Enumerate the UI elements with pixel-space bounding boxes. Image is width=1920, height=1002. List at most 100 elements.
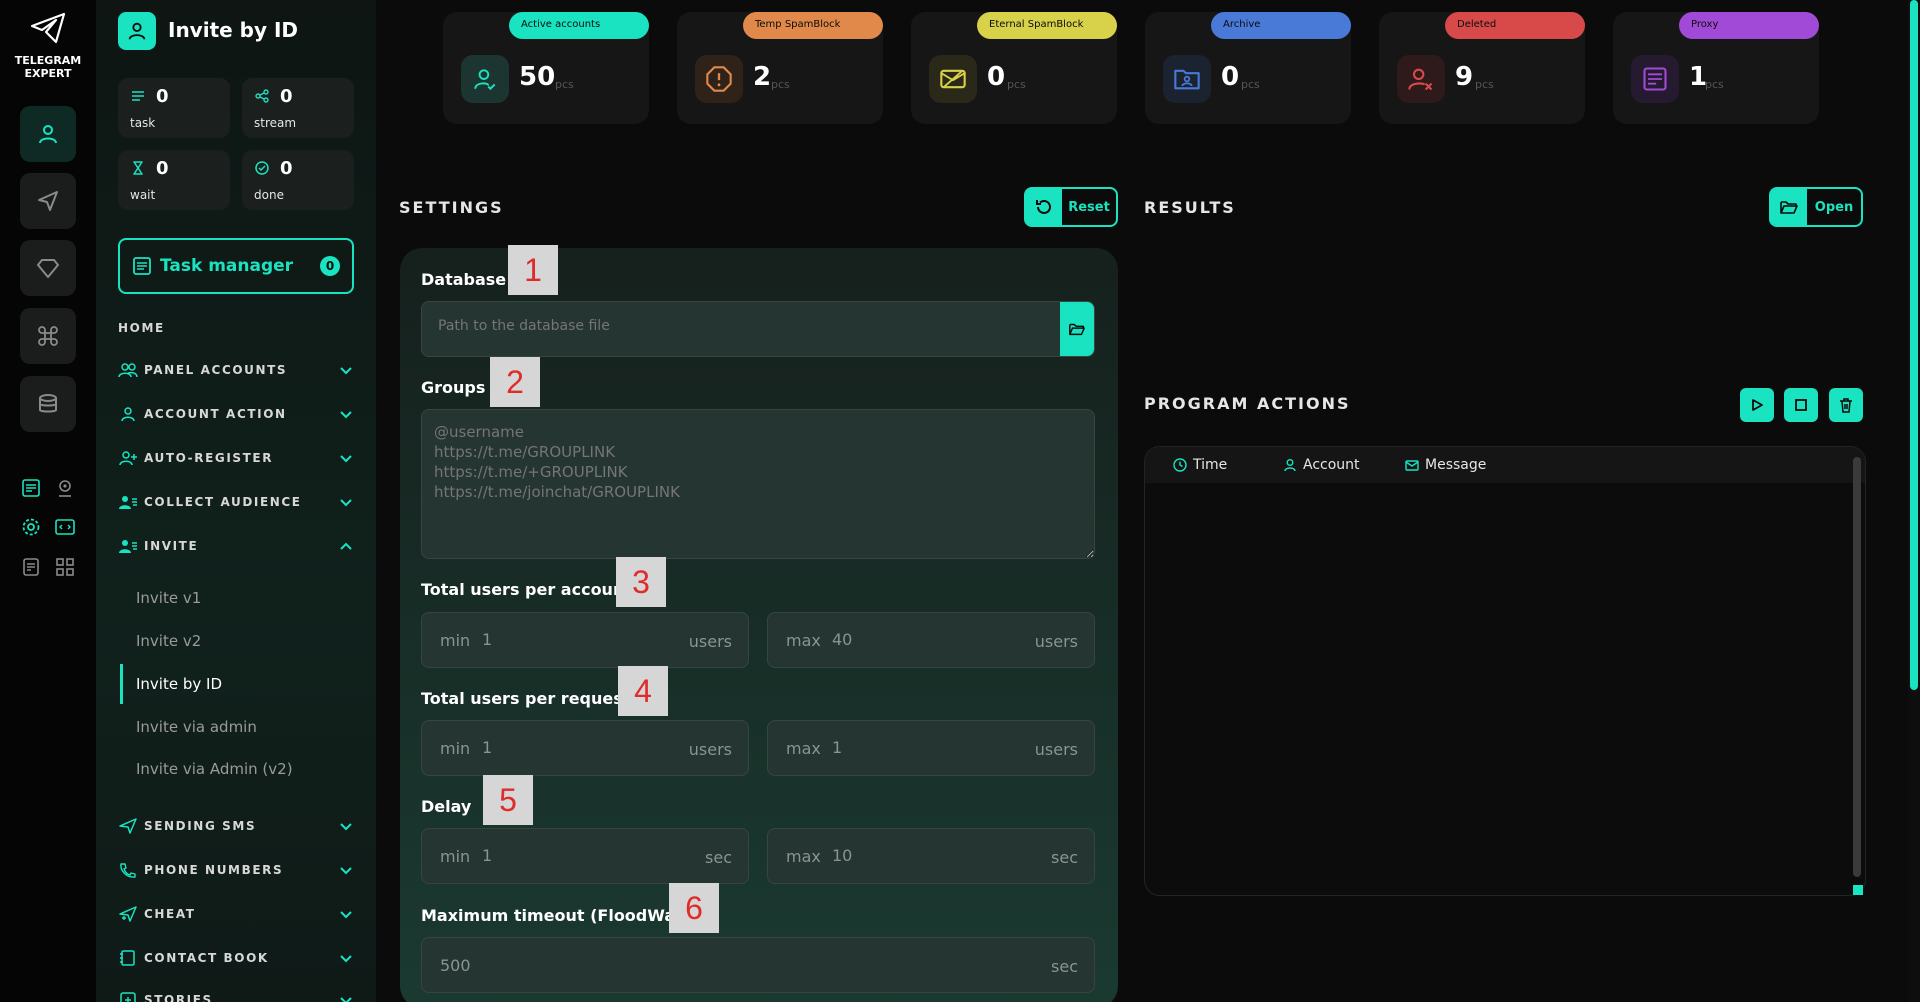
per-account-max-input[interactable]: max 40 users bbox=[767, 612, 1095, 668]
nav-invite[interactable]: INVITE bbox=[118, 534, 354, 558]
stat-wait-label: wait bbox=[130, 188, 156, 202]
status-card-archive[interactable]: Archive 0 pcs bbox=[1145, 12, 1351, 124]
per-request-min-input[interactable]: min 1 users bbox=[421, 720, 749, 776]
status-tag-proxy: Proxy bbox=[1679, 12, 1819, 39]
rail-location-button[interactable] bbox=[54, 477, 76, 499]
nav-stories[interactable]: STORIES bbox=[118, 988, 354, 1002]
nav-home[interactable]: HOME bbox=[118, 316, 354, 340]
nav-home-label: HOME bbox=[118, 321, 165, 335]
rail-accounts-button[interactable] bbox=[20, 106, 76, 162]
per-account-min-input[interactable]: min 1 users bbox=[421, 612, 749, 668]
program-actions-title: PROGRAM ACTIONS bbox=[1144, 394, 1351, 413]
send-icon bbox=[119, 818, 137, 834]
floodwait-label: Maximum timeout (FloodWait) bbox=[421, 906, 696, 925]
nav-collect-audience-label: COLLECT AUDIENCE bbox=[144, 495, 302, 509]
rail-database-button[interactable] bbox=[20, 376, 76, 432]
telegram-logo-icon bbox=[26, 10, 70, 46]
floodwait-value: 500 bbox=[440, 956, 471, 975]
log-column-account[interactable]: Account bbox=[1283, 457, 1360, 473]
task-manager-count-badge: 0 bbox=[320, 256, 340, 276]
log-column-time[interactable]: Time bbox=[1173, 457, 1227, 473]
nav-cheat[interactable]: CHEAT bbox=[118, 902, 354, 926]
floodwait-input[interactable]: 500 sec bbox=[421, 937, 1095, 993]
settings-title: SETTINGS bbox=[399, 198, 504, 217]
status-unit-eternal-spamblock: pcs bbox=[1007, 78, 1026, 91]
log-column-message[interactable]: Message bbox=[1405, 457, 1486, 473]
per-account-min-value: 1 bbox=[482, 630, 493, 649]
database-label: Database bbox=[421, 270, 507, 289]
open-results-button[interactable]: Open bbox=[1769, 187, 1863, 227]
browse-database-button[interactable] bbox=[1060, 302, 1094, 356]
log-scrollbar[interactable] bbox=[1853, 457, 1861, 877]
status-card-proxy[interactable]: Proxy 1 pcs bbox=[1613, 12, 1819, 124]
nav-invite-via-admin-v2[interactable]: Invite via Admin (v2) bbox=[120, 749, 354, 789]
nav-panel-accounts[interactable]: PANEL ACCOUNTS bbox=[118, 358, 354, 382]
rail-document-button[interactable] bbox=[20, 556, 42, 578]
stat-stream-value: 0 bbox=[280, 86, 293, 107]
per-request-max-value: 1 bbox=[832, 738, 843, 757]
nav-sending-sms-label: SENDING SMS bbox=[144, 819, 257, 833]
per-account-max-unit: users bbox=[1034, 632, 1078, 651]
hourglass-icon bbox=[133, 161, 143, 175]
rail-send-button[interactable] bbox=[20, 173, 76, 229]
nav-invite-via-admin[interactable]: Invite via admin bbox=[120, 707, 354, 747]
chevron-down-icon bbox=[340, 367, 352, 375]
nav-invite-v1[interactable]: Invite v1 bbox=[120, 578, 354, 618]
database-input[interactable] bbox=[438, 318, 1018, 334]
marker-6: 6 bbox=[669, 883, 719, 933]
rail-premium-button[interactable] bbox=[20, 240, 76, 296]
nav-auto-register[interactable]: AUTO-REGISTER bbox=[118, 446, 354, 470]
clear-log-button[interactable] bbox=[1829, 388, 1863, 422]
status-card-deleted[interactable]: Deleted 9 pcs bbox=[1379, 12, 1585, 124]
status-card-eternal-spamblock[interactable]: Eternal SpamBlock 0 pcs bbox=[911, 12, 1117, 124]
status-card-active[interactable]: Active accounts 50 pcs bbox=[443, 12, 649, 124]
stop-button[interactable] bbox=[1784, 388, 1818, 422]
delay-min-input[interactable]: min 1 sec bbox=[421, 828, 749, 884]
nav-invite-v2[interactable]: Invite v2 bbox=[120, 621, 354, 661]
reset-button[interactable]: Reset bbox=[1024, 187, 1118, 227]
stat-task-label: task bbox=[130, 116, 156, 130]
nav-invite-by-id[interactable]: Invite by ID bbox=[120, 664, 354, 704]
task-manager-button[interactable]: Task manager 0 bbox=[118, 238, 354, 294]
delay-min-prefix: min bbox=[440, 847, 471, 866]
page-scrollbar-track[interactable] bbox=[1908, 0, 1920, 1002]
warning-octagon-icon bbox=[695, 55, 743, 103]
status-unit-active: pcs bbox=[555, 78, 574, 91]
stat-stream: 0 stream bbox=[242, 78, 354, 138]
marker-3: 3 bbox=[616, 557, 666, 607]
mail-icon bbox=[1405, 460, 1419, 471]
log-column-time-label: Time bbox=[1193, 457, 1228, 473]
user-check-icon bbox=[461, 55, 509, 103]
nav-collect-audience[interactable]: COLLECT AUDIENCE bbox=[118, 490, 354, 514]
nav-stories-label: STORIES bbox=[144, 993, 213, 1002]
nav-sending-sms[interactable]: SENDING SMS bbox=[118, 814, 354, 838]
rail-apps-button[interactable] bbox=[54, 556, 76, 578]
status-value-archive: 0 bbox=[1221, 62, 1240, 92]
status-card-temp-spamblock[interactable]: Temp SpamBlock 2 pcs bbox=[677, 12, 883, 124]
status-tag-deleted: Deleted bbox=[1445, 12, 1585, 39]
start-button[interactable] bbox=[1740, 388, 1774, 422]
per-account-min-prefix: min bbox=[440, 631, 471, 650]
rail-list-button[interactable] bbox=[20, 477, 42, 499]
nav-contact-book-label: CONTACT BOOK bbox=[144, 951, 269, 965]
nav-contact-book[interactable]: CONTACT BOOK bbox=[118, 946, 354, 970]
chevron-down-icon bbox=[340, 823, 352, 831]
user-icon bbox=[39, 125, 57, 144]
rail-code-button[interactable] bbox=[54, 516, 76, 538]
phone-icon bbox=[120, 863, 136, 878]
per-request-max-input[interactable]: max 1 users bbox=[767, 720, 1095, 776]
groups-textarea[interactable] bbox=[421, 409, 1095, 559]
page-scrollbar-thumb[interactable] bbox=[1910, 0, 1918, 690]
nav-account-action[interactable]: ACCOUNT ACTION bbox=[118, 402, 354, 426]
database-field[interactable] bbox=[421, 301, 1095, 357]
delay-min-unit: sec bbox=[705, 848, 732, 867]
rail-command-button[interactable] bbox=[20, 308, 76, 364]
nav-phone-numbers[interactable]: PHONE NUMBERS bbox=[118, 858, 354, 882]
resize-handle-icon[interactable] bbox=[1853, 885, 1863, 895]
mail-blocked-icon bbox=[929, 55, 977, 103]
list-icon bbox=[22, 479, 40, 497]
status-tag-temp-spamblock: Temp SpamBlock bbox=[743, 12, 883, 39]
rail-settings-button[interactable] bbox=[20, 516, 42, 538]
stop-icon bbox=[1795, 399, 1807, 411]
delay-max-input[interactable]: max 10 sec bbox=[767, 828, 1095, 884]
